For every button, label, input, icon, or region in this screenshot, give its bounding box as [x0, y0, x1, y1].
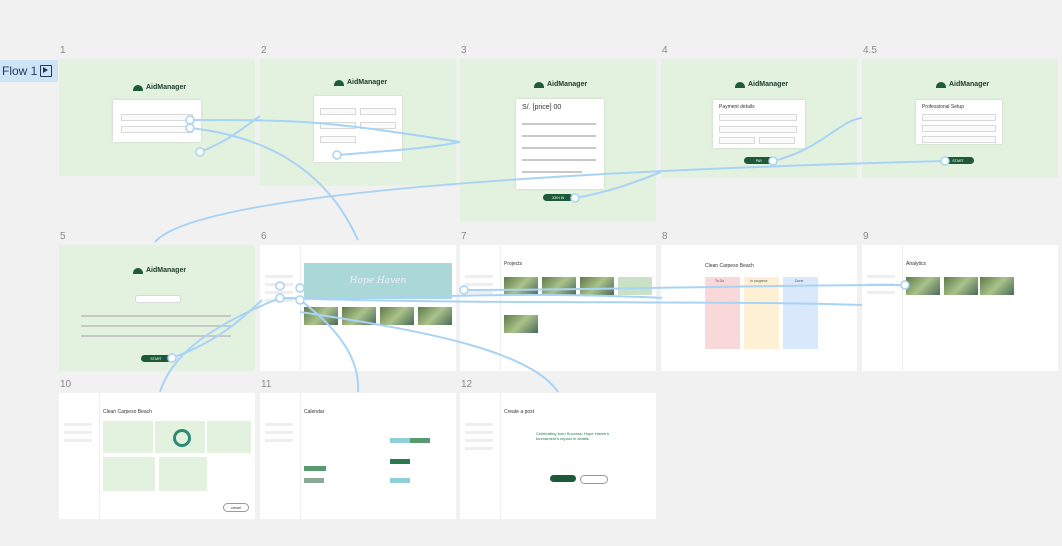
connector-node[interactable] — [195, 147, 205, 157]
connector — [463, 284, 906, 291]
connector-node[interactable] — [275, 293, 285, 303]
connector — [299, 311, 559, 393]
connector-node[interactable] — [940, 156, 950, 166]
connector-node[interactable] — [768, 156, 778, 166]
connector-node[interactable] — [167, 353, 177, 363]
connector-node[interactable] — [185, 115, 195, 125]
connector — [159, 297, 281, 393]
connector-node[interactable] — [185, 123, 195, 133]
connector-node[interactable] — [295, 295, 305, 305]
connector — [279, 297, 863, 306]
connector-node[interactable] — [459, 285, 469, 295]
connector-node[interactable] — [570, 193, 580, 203]
connector-node[interactable] — [295, 283, 305, 293]
connector — [189, 119, 461, 143]
connector — [199, 115, 261, 153]
connector-node[interactable] — [275, 281, 285, 291]
connector — [279, 293, 663, 300]
connector-node[interactable] — [332, 150, 342, 160]
connector — [772, 117, 863, 162]
connector-node[interactable] — [900, 280, 910, 290]
connector — [336, 141, 461, 156]
prototype-connectors — [154, 115, 950, 393]
connector — [154, 160, 946, 243]
